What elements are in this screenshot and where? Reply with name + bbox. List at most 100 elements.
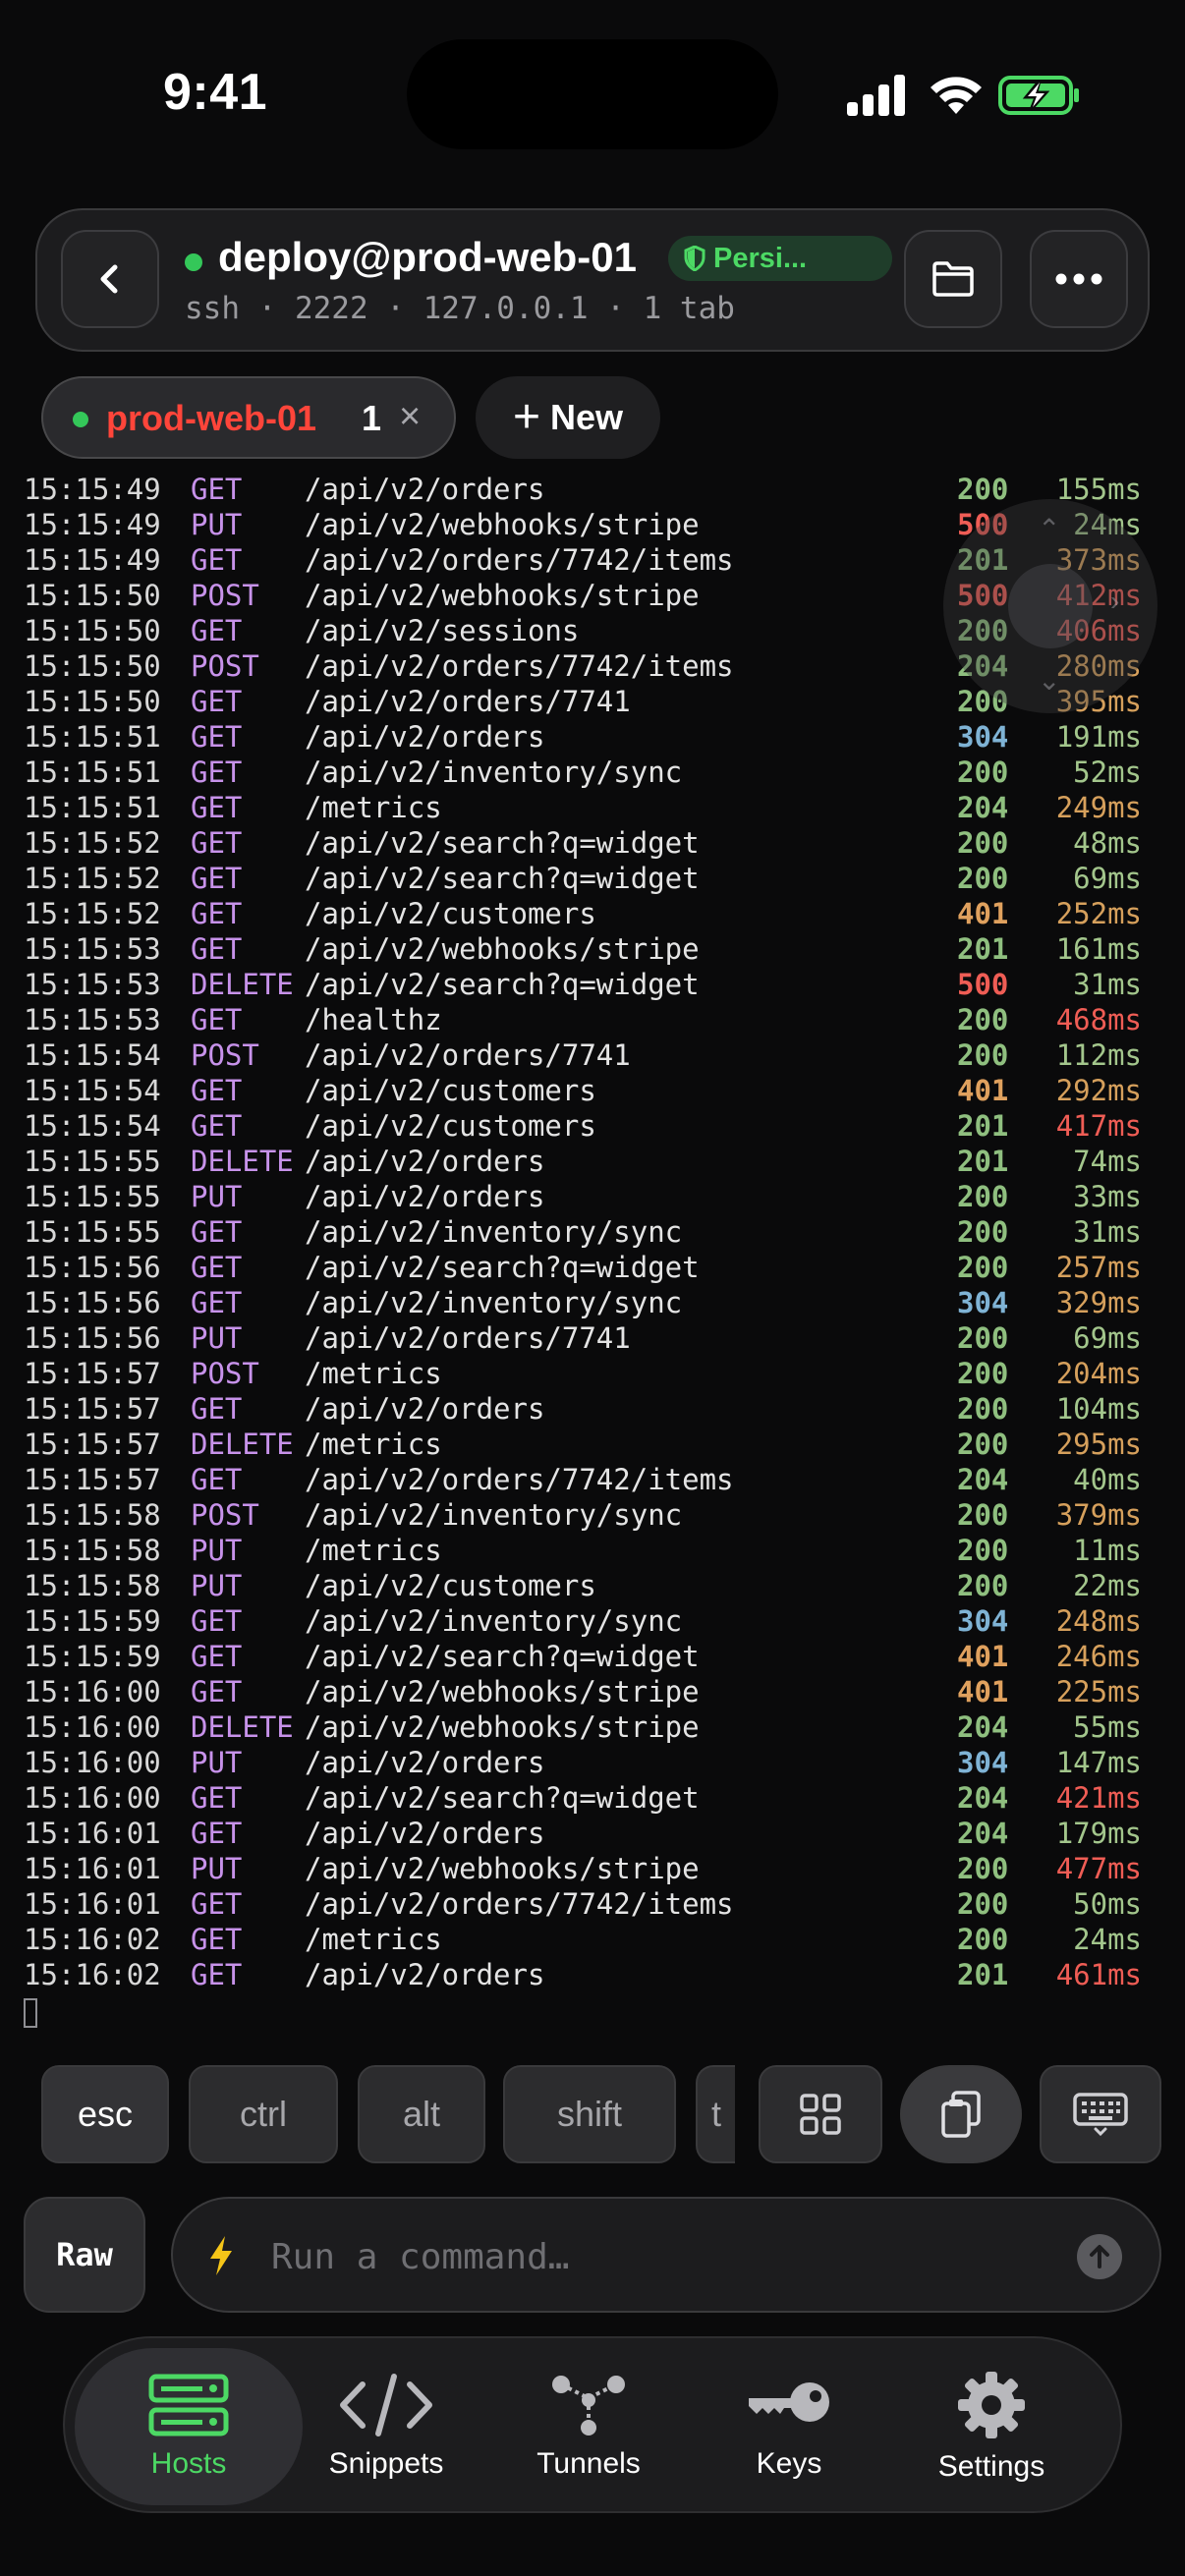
log-duration: 104ms	[1055, 1392, 1142, 1426]
more-options-button[interactable]	[1030, 230, 1128, 328]
log-time: 15:16:01	[24, 1852, 161, 1885]
log-duration: 31ms	[1073, 1215, 1142, 1249]
files-button[interactable]	[904, 230, 1002, 328]
tab-keys-label: Keys	[756, 2447, 822, 2480]
log-status: 200	[957, 1428, 1009, 1461]
command-input[interactable]	[269, 2228, 1020, 2285]
log-duration: 468ms	[1055, 1003, 1142, 1036]
paste-button[interactable]	[900, 2065, 1022, 2163]
folder-icon	[932, 261, 974, 297]
log-time: 15:15:55	[24, 1215, 161, 1249]
log-method: GET	[191, 1392, 243, 1426]
log-time: 15:15:49	[24, 473, 161, 506]
new-tab-button[interactable]: + New	[476, 376, 660, 459]
tab-hosts[interactable]: Hosts	[75, 2348, 303, 2505]
tab-keys[interactable]: Keys	[686, 2348, 892, 2505]
log-duration: 461ms	[1055, 1958, 1142, 1991]
log-duration: 69ms	[1073, 1321, 1142, 1355]
log-time: 15:15:56	[24, 1321, 161, 1355]
command-bar[interactable]	[171, 2197, 1161, 2313]
log-duration: 417ms	[1055, 1109, 1142, 1143]
log-path: /api/v2/customers	[305, 1569, 596, 1602]
log-method: GET	[191, 897, 243, 930]
log-duration: 74ms	[1073, 1145, 1142, 1178]
dynamic-island	[407, 39, 778, 149]
log-line: 15:15:51 GET/metrics 204 249ms	[24, 790, 1165, 825]
persistent-badge[interactable]: Persi...	[668, 236, 892, 281]
host-subtitle: ssh · 2222 · 127.0.0.1 · 1 tab	[185, 291, 735, 326]
log-line: 15:15:54 GET/api/v2/customers 401 292ms	[24, 1073, 1165, 1108]
log-method: GET	[191, 1463, 243, 1496]
log-status: 200	[957, 756, 1009, 789]
tab-tunnels[interactable]: Tunnels	[485, 2348, 692, 2505]
log-time: 15:15:51	[24, 791, 161, 824]
log-path: /api/v2/orders	[305, 473, 545, 506]
tab-count: 1	[362, 398, 382, 438]
battery-charging-icon	[998, 76, 1079, 115]
log-status: 401	[957, 1074, 1009, 1107]
log-path: /metrics	[305, 791, 442, 824]
log-method: GET	[191, 1074, 243, 1107]
log-line: 15:15:58 PUT/api/v2/customers 200 22ms	[24, 1568, 1165, 1603]
log-line: 15:15:54 GET/api/v2/customers 201 417ms	[24, 1108, 1165, 1144]
terminal-cursor	[24, 1998, 37, 2028]
wifi-icon	[931, 77, 982, 114]
shift-key[interactable]: shift	[503, 2065, 676, 2163]
log-time: 15:15:57	[24, 1392, 161, 1426]
log-line: 15:16:01 GET/api/v2/orders/7742/items 200 5…	[24, 1886, 1165, 1922]
raw-mode-button[interactable]: Raw	[24, 2197, 145, 2313]
log-method: PUT	[191, 1534, 243, 1567]
log-duration: 257ms	[1055, 1251, 1142, 1284]
log-status: 200	[957, 1038, 1009, 1072]
ctrl-key[interactable]: ctrl	[189, 2065, 338, 2163]
tab-settings[interactable]: Settings	[888, 2348, 1095, 2505]
session-tab-prod-web-01[interactable]: prod-web-01 1 ×	[41, 376, 456, 459]
chevron-right-icon: ›	[1110, 586, 1120, 616]
keyboard-toggle-button[interactable]	[1040, 2065, 1161, 2163]
log-path: /api/v2/inventory/sync	[305, 1286, 683, 1319]
session-header: deploy@prod-web-01 Persi... ssh · 2222 ·…	[35, 208, 1150, 352]
grid-icon	[800, 2094, 841, 2135]
log-duration: 147ms	[1055, 1746, 1142, 1779]
log-path: /api/v2/orders	[305, 1392, 545, 1426]
tab-key-partial[interactable]: t	[696, 2065, 735, 2163]
log-status: 201	[957, 1109, 1009, 1143]
joystick-knob[interactable]	[1008, 564, 1093, 648]
esc-key[interactable]: esc	[41, 2065, 169, 2163]
grid-layout-button[interactable]	[759, 2065, 882, 2163]
code-icon	[340, 2374, 432, 2436]
log-method: PUT	[191, 1569, 243, 1602]
tab-snippets[interactable]: Snippets	[283, 2348, 489, 2505]
log-line: 15:15:51 GET/api/v2/inventory/sync 200 52ms	[24, 755, 1165, 790]
log-status: 204	[957, 791, 1009, 824]
log-method: GET	[191, 1286, 243, 1319]
log-method: GET	[191, 1817, 243, 1850]
log-method: GET	[191, 1958, 243, 1991]
log-path: /api/v2/inventory/sync	[305, 1604, 683, 1638]
log-path: /api/v2/webhooks/stripe	[305, 1852, 700, 1885]
log-method: DELETE	[191, 1710, 294, 1744]
log-time: 15:15:59	[24, 1604, 161, 1638]
log-method: GET	[191, 932, 243, 966]
log-line: 15:16:02 GET/api/v2/orders 201 461ms	[24, 1957, 1165, 1992]
scroll-joystick[interactable]: ⌃ ⌄ ›	[943, 499, 1157, 713]
log-status: 200	[957, 1003, 1009, 1036]
persistent-badge-label: Persi...	[713, 242, 808, 274]
log-duration: 24ms	[1073, 1923, 1142, 1956]
log-time: 15:15:52	[24, 897, 161, 930]
log-duration: 40ms	[1073, 1463, 1142, 1496]
send-command-button[interactable]	[1077, 2234, 1122, 2279]
log-time: 15:15:57	[24, 1463, 161, 1496]
log-line: 15:15:56 GET/api/v2/inventory/sync 304 329m…	[24, 1285, 1165, 1320]
back-button[interactable]	[61, 230, 159, 328]
log-duration: 249ms	[1055, 791, 1142, 824]
log-status: 200	[957, 1321, 1009, 1355]
log-status: 200	[957, 826, 1009, 860]
host-title: deploy@prod-web-01	[218, 234, 637, 280]
log-path: /api/v2/inventory/sync	[305, 1215, 683, 1249]
terminal-output[interactable]: 15:15:49 GET/api/v2/orders 200 155ms 15:15:4…	[24, 472, 1165, 1992]
tab-close-icon[interactable]: ×	[399, 396, 421, 438]
log-duration: 379ms	[1055, 1498, 1142, 1532]
log-time: 15:15:58	[24, 1534, 161, 1567]
alt-key[interactable]: alt	[358, 2065, 485, 2163]
